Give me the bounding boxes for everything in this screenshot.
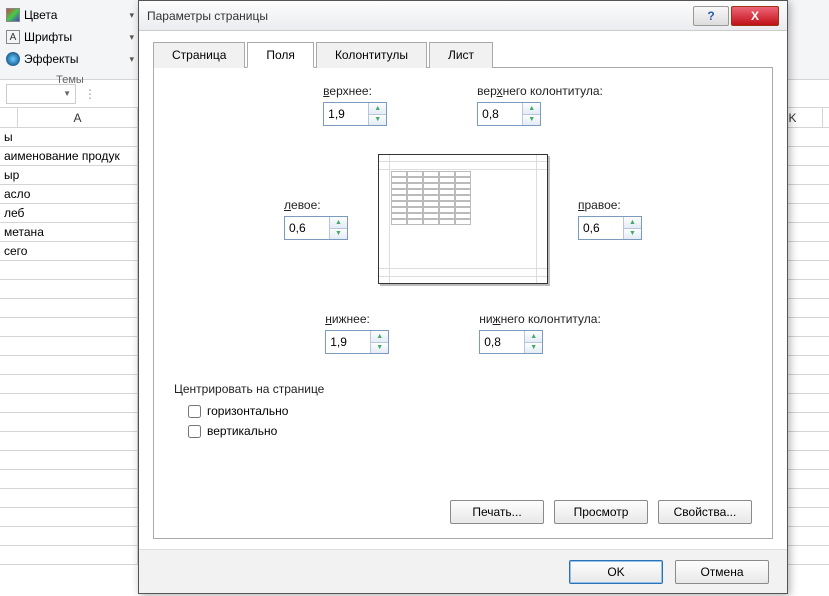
- fonts-icon: A: [6, 30, 20, 44]
- titlebar[interactable]: Параметры страницы ? X: [139, 1, 787, 31]
- margin-top-field: верхнее: ▲▼: [323, 84, 387, 126]
- spin-down-icon[interactable]: ▼: [330, 229, 347, 240]
- tab-margins[interactable]: Поля: [247, 42, 314, 68]
- spin-up-icon[interactable]: ▲: [371, 331, 388, 343]
- header-margin-label: верхнего колонтитула:: [477, 84, 603, 98]
- spin-up-icon[interactable]: ▲: [624, 217, 641, 229]
- footer-margin-field: нижнего колонтитула: ▲▼: [479, 312, 601, 354]
- margin-top-label: верхнее:: [323, 84, 387, 98]
- margin-bottom-spinner[interactable]: ▲▼: [325, 330, 389, 354]
- colors-button[interactable]: Цвета ▾: [0, 4, 140, 26]
- spin-down-icon[interactable]: ▼: [525, 343, 542, 354]
- close-icon: X: [751, 9, 759, 23]
- footer-margin-label: нижнего колонтитула:: [479, 312, 601, 326]
- center-vertical-checkbox[interactable]: вертикально: [188, 424, 752, 438]
- chevron-down-icon: ▼: [63, 89, 71, 98]
- margin-right-spinner[interactable]: ▲▼: [578, 216, 642, 240]
- margins-panel: верхнее: ▲▼ верхнего колонтитула: ▲▼: [153, 68, 773, 539]
- colors-icon: [6, 8, 20, 22]
- header-margin-input[interactable]: [478, 103, 522, 125]
- effects-label: Эффекты: [24, 52, 79, 66]
- chevron-down-icon: ▾: [129, 10, 134, 21]
- colors-label: Цвета: [24, 8, 57, 22]
- col-a[interactable]: A: [18, 108, 138, 127]
- dialog-title: Параметры страницы: [147, 9, 693, 23]
- name-box[interactable]: ▼: [6, 84, 76, 104]
- spin-up-icon[interactable]: ▲: [523, 103, 540, 115]
- margin-left-field: левое: ▲▼: [284, 198, 348, 240]
- header-margin-spinner[interactable]: ▲▼: [477, 102, 541, 126]
- margin-bottom-input[interactable]: [326, 331, 370, 353]
- footer-margin-spinner[interactable]: ▲▼: [479, 330, 543, 354]
- effects-button[interactable]: Эффекты ▾: [0, 48, 140, 70]
- page-setup-dialog: Параметры страницы ? X Страница Поля Кол…: [138, 0, 788, 594]
- ok-button[interactable]: OK: [569, 560, 663, 584]
- help-button[interactable]: ?: [693, 6, 729, 26]
- margin-bottom-label: нижнее:: [325, 312, 389, 326]
- chevron-down-icon: ▾: [129, 32, 134, 43]
- spin-down-icon[interactable]: ▼: [624, 229, 641, 240]
- chevron-down-icon: ▾: [129, 54, 134, 65]
- spin-down-icon[interactable]: ▼: [369, 115, 386, 126]
- spin-up-icon[interactable]: ▲: [330, 217, 347, 229]
- tab-sheet[interactable]: Лист: [429, 42, 493, 68]
- margin-right-input[interactable]: [579, 217, 623, 239]
- properties-button[interactable]: Свойства...: [658, 500, 752, 524]
- spin-down-icon[interactable]: ▼: [371, 343, 388, 354]
- dialog-footer: OK Отмена: [139, 549, 787, 593]
- effects-icon: [6, 52, 20, 66]
- spin-down-icon[interactable]: ▼: [523, 115, 540, 126]
- margin-right-label: правое:: [578, 198, 642, 212]
- center-on-page-group: Центрировать на странице горизонтально в…: [174, 382, 752, 438]
- footer-margin-input[interactable]: [480, 331, 524, 353]
- fonts-label: Шрифты: [24, 30, 72, 44]
- close-button[interactable]: X: [731, 6, 779, 26]
- margin-left-spinner[interactable]: ▲▼: [284, 216, 348, 240]
- tabs: Страница Поля Колонтитулы Лист: [153, 41, 773, 68]
- cancel-button[interactable]: Отмена: [675, 560, 769, 584]
- margin-left-label: левое:: [284, 198, 348, 212]
- margin-top-input[interactable]: [324, 103, 368, 125]
- print-button[interactable]: Печать...: [450, 500, 544, 524]
- tab-headers[interactable]: Колонтитулы: [316, 42, 427, 68]
- margin-top-spinner[interactable]: ▲▼: [323, 102, 387, 126]
- preview-button[interactable]: Просмотр: [554, 500, 648, 524]
- header-margin-field: верхнего колонтитула: ▲▼: [477, 84, 603, 126]
- tab-page[interactable]: Страница: [153, 42, 245, 68]
- dots-icon: ⋮: [84, 87, 96, 101]
- margin-bottom-field: нижнее: ▲▼: [325, 312, 389, 354]
- spin-up-icon[interactable]: ▲: [369, 103, 386, 115]
- page-preview: [378, 154, 548, 284]
- center-horizontal-checkbox[interactable]: горизонтально: [188, 404, 752, 418]
- fonts-button[interactable]: A Шрифты ▾: [0, 26, 140, 48]
- margin-right-field: правое: ▲▼: [578, 198, 642, 240]
- help-icon: ?: [707, 9, 714, 23]
- center-title: Центрировать на странице: [174, 382, 752, 396]
- spin-up-icon[interactable]: ▲: [525, 331, 542, 343]
- margin-left-input[interactable]: [285, 217, 329, 239]
